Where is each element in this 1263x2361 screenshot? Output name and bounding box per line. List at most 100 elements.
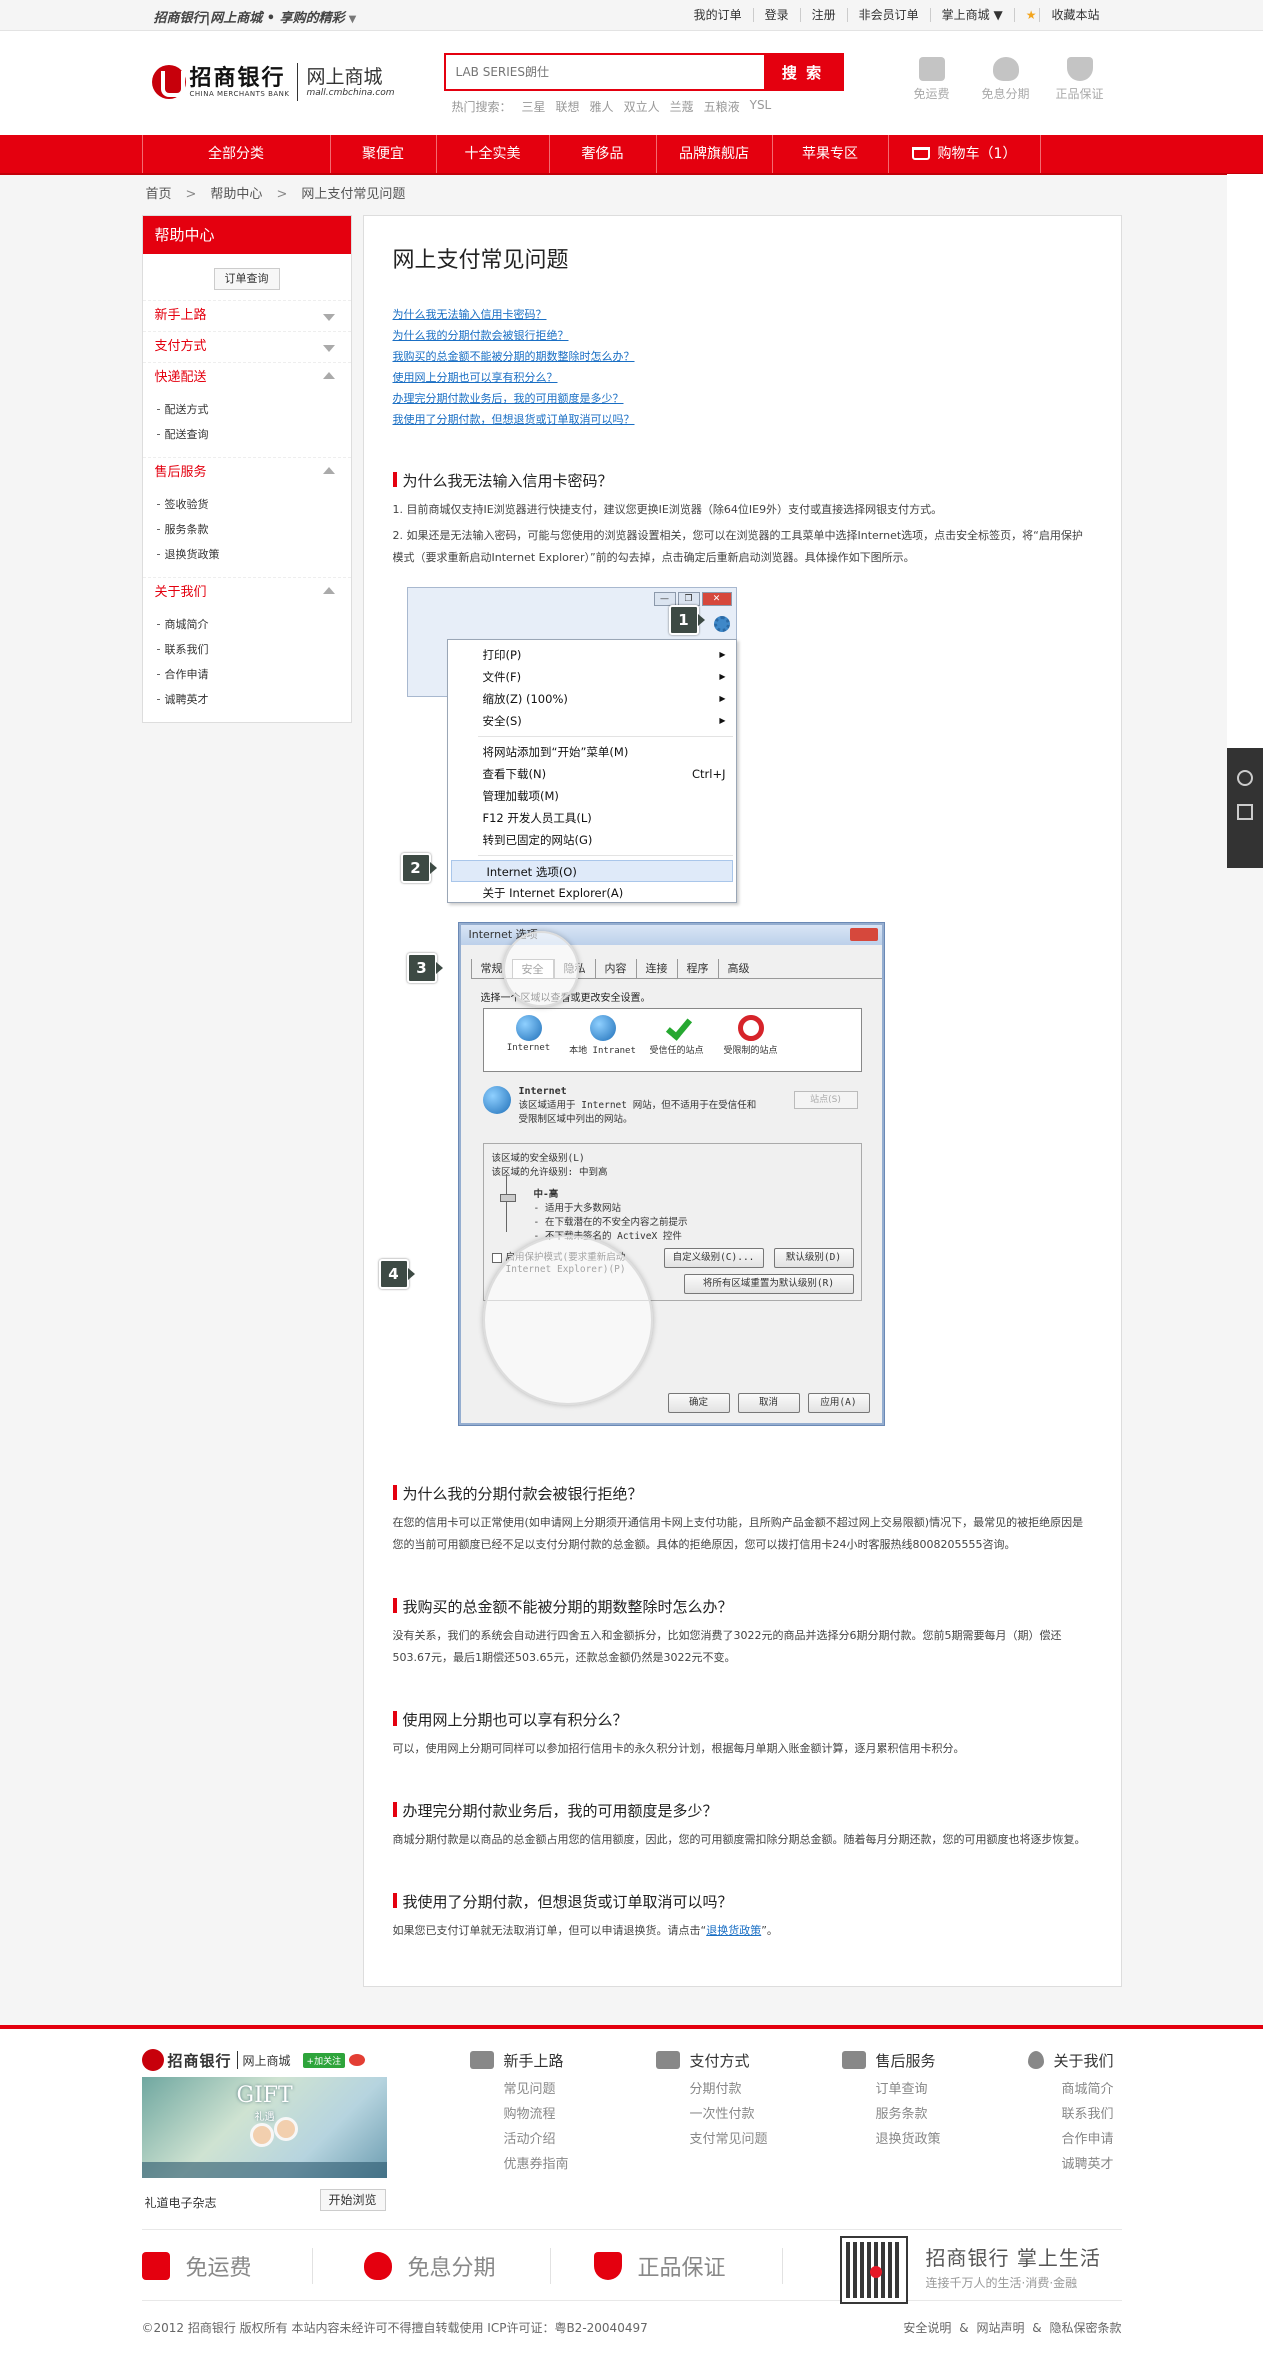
hot-term[interactable]: YSL bbox=[750, 98, 772, 115]
nav-flagship[interactable]: 品牌旗舰店 bbox=[657, 135, 773, 173]
menu-item: 转到已固定的网站(G) bbox=[448, 829, 736, 851]
truck-icon bbox=[918, 57, 945, 81]
sidebar-item[interactable]: 配送方式 bbox=[155, 397, 339, 422]
sidebar-item[interactable]: 服务条款 bbox=[155, 517, 339, 542]
sidebar-item[interactable]: 退换货政策 bbox=[155, 542, 339, 567]
privacy-link[interactable]: 隐私保密条款 bbox=[1049, 2321, 1121, 2335]
mall-url: mall.cmbchina.com bbox=[306, 88, 395, 98]
sidebar-item[interactable]: 诚聘英才 bbox=[155, 687, 339, 712]
sidebar-section-title[interactable]: 新手上路 bbox=[155, 301, 339, 331]
footer-link[interactable]: 退换货政策 bbox=[876, 2127, 1028, 2152]
footer-link[interactable]: 支付常见问题 bbox=[690, 2127, 842, 2152]
sidebar-section-payment: 支付方式 bbox=[142, 331, 351, 362]
search-bar: 搜 索 bbox=[443, 53, 844, 91]
weibo-icon[interactable] bbox=[349, 2054, 366, 2066]
faq-link[interactable]: 为什么我无法输入信用卡密码？ bbox=[393, 304, 1092, 325]
breadcrumb-home[interactable]: 首页 bbox=[146, 187, 172, 202]
sidebar-item[interactable]: 联系我们 bbox=[155, 637, 339, 662]
app-title: 招商银行 掌上生活 bbox=[925, 2246, 1101, 2270]
hot-term[interactable]: 五粮液 bbox=[704, 98, 740, 115]
favorite-site-link[interactable]: ★ 收藏本站 bbox=[1013, 8, 1122, 22]
footer-link[interactable]: 合作申请 bbox=[1062, 2127, 1138, 2152]
hot-term[interactable]: 双立人 bbox=[624, 98, 660, 115]
footer-link[interactable]: 常见问题 bbox=[504, 2077, 656, 2102]
site-slogan[interactable]: 招商银行|网上商城 • 享购的精彩 ▼ bbox=[154, 7, 357, 26]
answer-text: 如果您已支付订单就无法取消订单，但可以申请退换货。请点击“退换货政策”。 bbox=[393, 1920, 1092, 1942]
footer-logo[interactable]: 招商银行 网上商城 +加关注 bbox=[141, 2049, 366, 2071]
sidebar-item[interactable]: 商城简介 bbox=[155, 612, 339, 637]
hot-term[interactable]: 雅人 bbox=[590, 98, 614, 115]
hot-term[interactable]: 联想 bbox=[556, 98, 580, 115]
footer-link[interactable]: 一次性付款 bbox=[690, 2102, 842, 2127]
hot-term[interactable]: 三星 bbox=[522, 98, 546, 115]
divider bbox=[781, 2248, 783, 2284]
faq-q4: 使用网上分期也可以享有积分么？ 可以，使用网上分期可同样可以参加招行信用卡的永久积… bbox=[392, 1709, 1092, 1760]
return-policy-link[interactable]: 退换货政策 bbox=[706, 1924, 761, 1937]
faq-link[interactable]: 我购买的总金额不能被分期的期数整除时怎么办？ bbox=[393, 346, 1092, 367]
magazine-banner[interactable]: GIFT 礼遇 bbox=[141, 2077, 387, 2178]
history-icon[interactable] bbox=[1237, 770, 1253, 786]
guest-orders-link[interactable]: 非会员订单 bbox=[846, 8, 930, 22]
footer-link[interactable]: 分期付款 bbox=[690, 2077, 842, 2102]
nav-cart[interactable]: 购物车（1） bbox=[889, 135, 1041, 173]
follow-button[interactable]: +加关注 bbox=[302, 2052, 346, 2068]
nav-luxury[interactable]: 奢侈品 bbox=[550, 135, 657, 173]
cart-icon bbox=[911, 147, 930, 160]
footer-link[interactable]: 订单查询 bbox=[876, 2077, 1028, 2102]
my-orders-link[interactable]: 我的订单 bbox=[683, 8, 753, 22]
faq-link[interactable]: 办理完分期付款业务后，我的可用额度是多少？ bbox=[393, 388, 1092, 409]
nav-all-categories[interactable]: 全部分类 bbox=[143, 135, 331, 173]
faq-link[interactable]: 我使用了分期付款，但想退货或订单取消可以吗？ bbox=[393, 409, 1092, 430]
menu-item: 文件(F) ▶ bbox=[448, 666, 736, 688]
login-link[interactable]: 登录 bbox=[752, 8, 800, 22]
header: 招商银行 CHINA MERCHANTS BANK 网上商城 mall.cmbchi… bbox=[0, 31, 1263, 135]
sidebar-item[interactable]: 合作申请 bbox=[155, 662, 339, 687]
footer-link[interactable]: 联系我们 bbox=[1062, 2102, 1138, 2127]
zone-label: 本地 Intranet bbox=[569, 1046, 636, 1056]
question-title: 为什么我的分期付款会被银行拒绝？ bbox=[392, 1483, 1092, 1504]
signpost-icon bbox=[469, 2051, 494, 2069]
browse-button[interactable]: 开始浏览 bbox=[319, 2189, 386, 2211]
globe-icon bbox=[515, 1015, 542, 1041]
search-input[interactable] bbox=[445, 55, 764, 89]
zone-restricted: 受限制的站点 bbox=[714, 1015, 788, 1065]
mall-name: 网上商城 bbox=[242, 2053, 291, 2068]
piggy-bank-icon bbox=[992, 57, 1019, 81]
faq-link[interactable]: 为什么我的分期付款会被银行拒绝？ bbox=[393, 325, 1092, 346]
question-title: 我使用了分期付款，但想退货或订单取消可以吗？ bbox=[392, 1891, 1092, 1912]
security-link[interactable]: 安全说明 bbox=[903, 2321, 951, 2335]
site-logo[interactable]: 招商银行 CHINA MERCHANTS BANK 网上商城 mall.cmbchi… bbox=[151, 63, 395, 101]
footer-link[interactable]: 活动介绍 bbox=[504, 2127, 656, 2152]
level-name: 中-高 bbox=[533, 1189, 559, 1200]
mobile-mall-link[interactable]: 掌上商城 ▼ bbox=[929, 8, 1014, 22]
sidebar-section-title[interactable]: 支付方式 bbox=[155, 332, 339, 362]
sidebar-item[interactable]: 签收验货 bbox=[155, 492, 339, 517]
qr-code-icon[interactable] bbox=[1237, 804, 1253, 820]
footer-col-title: 售后服务 bbox=[875, 2051, 936, 2070]
zone-title: Internet bbox=[518, 1086, 567, 1097]
search-button[interactable]: 搜 索 bbox=[763, 55, 842, 89]
faq-link[interactable]: 使用网上分期也可以享有积分么？ bbox=[393, 367, 1092, 388]
footer-link[interactable]: 诚聘英才 bbox=[1062, 2152, 1138, 2177]
footer-link[interactable]: 服务条款 bbox=[876, 2102, 1028, 2127]
window-controls: — ❐ ✕ bbox=[652, 592, 732, 606]
security-slider bbox=[499, 1174, 520, 1232]
register-link[interactable]: 注册 bbox=[799, 8, 847, 22]
nav-bargains[interactable]: 聚便宜 bbox=[331, 135, 437, 173]
sidebar-item[interactable]: 配送查询 bbox=[155, 422, 339, 447]
faq-q2: 为什么我的分期付款会被银行拒绝？ 在您的信用卡可以正常使用(如申请网上分期须开通信… bbox=[392, 1483, 1092, 1556]
sidebar-section-title[interactable]: 关于我们 bbox=[155, 578, 339, 608]
sidebar-section-title[interactable]: 快递配送 bbox=[155, 363, 339, 393]
answer-text: 2. 如果还是无法输入密码，可能与您使用的浏览器设置相关，您可以在浏览器的工具菜… bbox=[392, 529, 1083, 564]
breadcrumb-help[interactable]: 帮助中心 bbox=[210, 187, 262, 202]
nav-apple[interactable]: 苹果专区 bbox=[773, 135, 889, 173]
nav-ten-best[interactable]: 十全实美 bbox=[437, 135, 550, 173]
hot-term[interactable]: 兰蔻 bbox=[670, 98, 694, 115]
sidebar-section-title[interactable]: 售后服务 bbox=[155, 458, 339, 488]
footer-link[interactable]: 购物流程 bbox=[504, 2102, 656, 2127]
statement-link[interactable]: 网站声明 bbox=[976, 2321, 1024, 2335]
footer-link[interactable]: 优惠券指南 bbox=[504, 2152, 656, 2177]
footer-link[interactable]: 商城简介 bbox=[1062, 2077, 1138, 2102]
footer-col-about: 关于我们 商城简介 联系我们 合作申请 诚聘英才 bbox=[1027, 2049, 1138, 2177]
order-query-button[interactable]: 订单查询 bbox=[213, 268, 280, 290]
